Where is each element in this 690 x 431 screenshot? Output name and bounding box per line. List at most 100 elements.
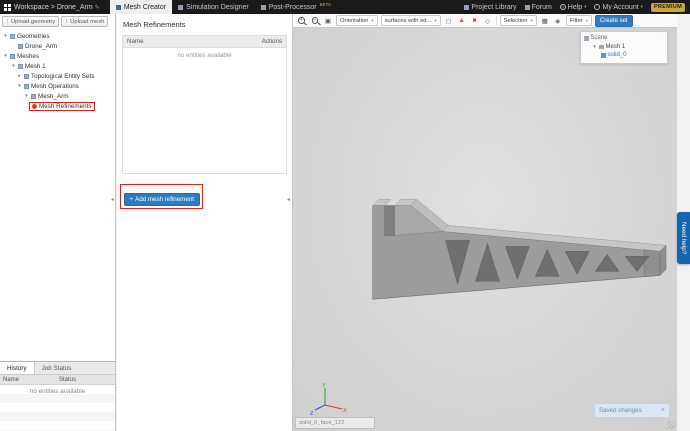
tab-mesh-creator[interactable]: Mesh Creator: [109, 0, 173, 14]
scene-panel: Scene ▾ Mesh 1 solid_0: [580, 31, 668, 64]
filter-label: Filter: [569, 17, 583, 24]
chevron-down-icon: ▾: [640, 4, 643, 9]
tree-item-meshes[interactable]: ▾ Meshes: [0, 51, 115, 61]
tree-label: Meshes: [17, 52, 40, 60]
top-bar: Workspace > Drone_Arm ✎ Mesh Creator Sim…: [0, 0, 690, 14]
annotation-highlight-tree: Mesh Refinements: [29, 101, 95, 111]
app-logo-icon[interactable]: [4, 3, 11, 11]
tree-item-mesh-operations[interactable]: ▾ Mesh Operations: [0, 81, 115, 91]
history-empty-state: no entities available: [0, 385, 115, 431]
history-panel: History Job Status Name Status no entiti…: [0, 361, 115, 431]
post-processor-icon: [260, 4, 266, 10]
project-library-link[interactable]: Project Library: [464, 3, 517, 11]
hide-faces-icon[interactable]: ■: [470, 15, 480, 26]
panel-collapse-handle[interactable]: ◂: [111, 196, 114, 203]
orientation-label: Orientation: [340, 17, 369, 24]
tree-label: Mesh Refinements: [39, 102, 92, 110]
refinement-icon: [32, 103, 37, 109]
scene-item-label: solid_0: [607, 52, 627, 59]
chevron-down-icon: ▾: [585, 17, 588, 23]
select-faces-icon[interactable]: ▲: [457, 15, 467, 26]
scene-item-mesh-1[interactable]: ▾ Mesh 1: [584, 43, 664, 52]
chevron-down-icon[interactable]: ▾: [17, 83, 22, 89]
tree-label: Mesh 1: [25, 62, 46, 70]
model-end-band: [643, 249, 661, 278]
upload-mesh-button[interactable]: ↑ Upload mesh: [61, 16, 109, 27]
pointer-select-icon[interactable]: ◻: [444, 15, 454, 26]
app-root: Workspace > Drone_Arm ✎ Mesh Creator Sim…: [0, 0, 690, 431]
tab-history[interactable]: History: [0, 362, 35, 374]
display-mode-dropdown[interactable]: surfaces with ed... ▾: [380, 15, 441, 26]
isolate-icon[interactable]: ◇: [483, 15, 493, 26]
project-library-label: Project Library: [471, 3, 517, 11]
zoom-in-icon[interactable]: +: [298, 17, 305, 24]
tree-label: Geometries: [17, 32, 50, 40]
add-button-label: Add mesh refinement: [135, 195, 194, 203]
tree-item-mesh-1[interactable]: ▾ Mesh 1: [0, 61, 115, 71]
tab-post-processor[interactable]: Post-Processor BETA: [255, 0, 337, 14]
viewport-3d[interactable]: + − ▣ Orientation ▾ surfaces with ed... …: [292, 14, 677, 431]
forum-link[interactable]: Forum: [524, 3, 552, 11]
chevron-down-icon[interactable]: ▾: [3, 53, 8, 59]
create-set-button[interactable]: Create set: [594, 14, 633, 27]
folder-icon: [10, 53, 15, 59]
model-canvas[interactable]: [293, 14, 677, 430]
breadcrumb[interactable]: Workspace > Drone_Arm ✎: [14, 4, 100, 11]
edit-project-icon[interactable]: ✎: [95, 4, 100, 11]
annotation-highlight-button: + Add mesh refinement: [120, 184, 204, 209]
chevron-down-icon[interactable]: ▾: [24, 93, 29, 99]
project-tree: ▾ Geometries Drone_Arm ▾ Meshes ▾ Mesh 1…: [0, 29, 115, 111]
tab-simulation-designer[interactable]: Simulation Designer: [172, 0, 255, 14]
column-status: Status: [59, 376, 77, 383]
tree-item-mesh-arm[interactable]: ▾ Mesh_Arm: [0, 91, 115, 101]
zoom-out-icon[interactable]: −: [311, 17, 318, 24]
toolbar-divider: [495, 16, 497, 25]
chevron-down-icon[interactable]: ▾: [11, 63, 16, 69]
resize-handle[interactable]: [667, 421, 675, 429]
account-menu[interactable]: My Account ▾: [594, 4, 643, 11]
chevron-down-icon: ▾: [434, 17, 437, 23]
model-slot-face: [384, 205, 395, 236]
project-library-icon: [464, 4, 470, 10]
viewport-toolbar: + − ▣ Orientation ▾ surfaces with ed... …: [293, 14, 677, 28]
tree-item-geometries[interactable]: ▾ Geometries: [0, 31, 115, 41]
tree-item-mesh-refinements[interactable]: Mesh Refinements: [0, 101, 115, 111]
tree-item-topological-entity-sets[interactable]: ▸ Topological Entity Sets: [0, 71, 115, 81]
plus-icon: +: [129, 195, 134, 203]
operations-icon: [24, 83, 29, 89]
close-icon[interactable]: ×: [661, 407, 665, 414]
beta-badge: BETA: [319, 1, 332, 7]
model-top-face: [372, 199, 392, 206]
upload-icon: ↑: [6, 18, 9, 25]
invert-selection-icon[interactable]: ◈: [553, 15, 563, 26]
premium-badge[interactable]: PREMIUM: [650, 2, 685, 12]
refinements-empty-state: no entities available: [122, 48, 287, 174]
column-actions: Actions: [261, 38, 282, 45]
forum-label: Forum: [531, 3, 552, 11]
filter-dropdown[interactable]: Filter ▾: [565, 15, 592, 26]
tab-job-status[interactable]: Job Status: [35, 362, 79, 374]
fit-view-icon[interactable]: ▣: [323, 15, 333, 26]
forum-icon: [524, 4, 530, 10]
chevron-right-icon[interactable]: ▸: [17, 73, 22, 79]
mesh-creator-icon: [115, 4, 121, 10]
box-select-icon[interactable]: ▦: [540, 15, 550, 26]
scene-item-solid-0[interactable]: solid_0: [584, 51, 664, 60]
panel-collapse-handle[interactable]: ◂: [287, 196, 290, 203]
add-mesh-refinement-button[interactable]: + Add mesh refinement: [123, 192, 200, 206]
help-menu[interactable]: ? Help ▾: [559, 4, 586, 11]
tree-item-drone-arm[interactable]: Drone_Arm: [0, 41, 115, 51]
help-icon: ?: [559, 4, 566, 10]
chevron-down-icon[interactable]: ▾: [3, 33, 8, 39]
selection-dropdown[interactable]: Selection ▾: [499, 15, 537, 26]
orientation-dropdown[interactable]: Orientation ▾: [336, 15, 378, 26]
upload-geometry-button[interactable]: ↑ Upload geometry: [2, 16, 60, 27]
tab-label: Mesh Creator: [123, 3, 167, 11]
scene-icon: [584, 36, 589, 41]
folder-icon: [10, 33, 15, 39]
axis-y-label: Y: [322, 383, 326, 389]
tree-label: Mesh_Arm: [38, 92, 69, 100]
chevron-down-icon[interactable]: ▾: [592, 44, 597, 50]
tree-label: Drone_Arm: [25, 42, 58, 50]
need-help-tab[interactable]: Need help?: [677, 212, 690, 264]
